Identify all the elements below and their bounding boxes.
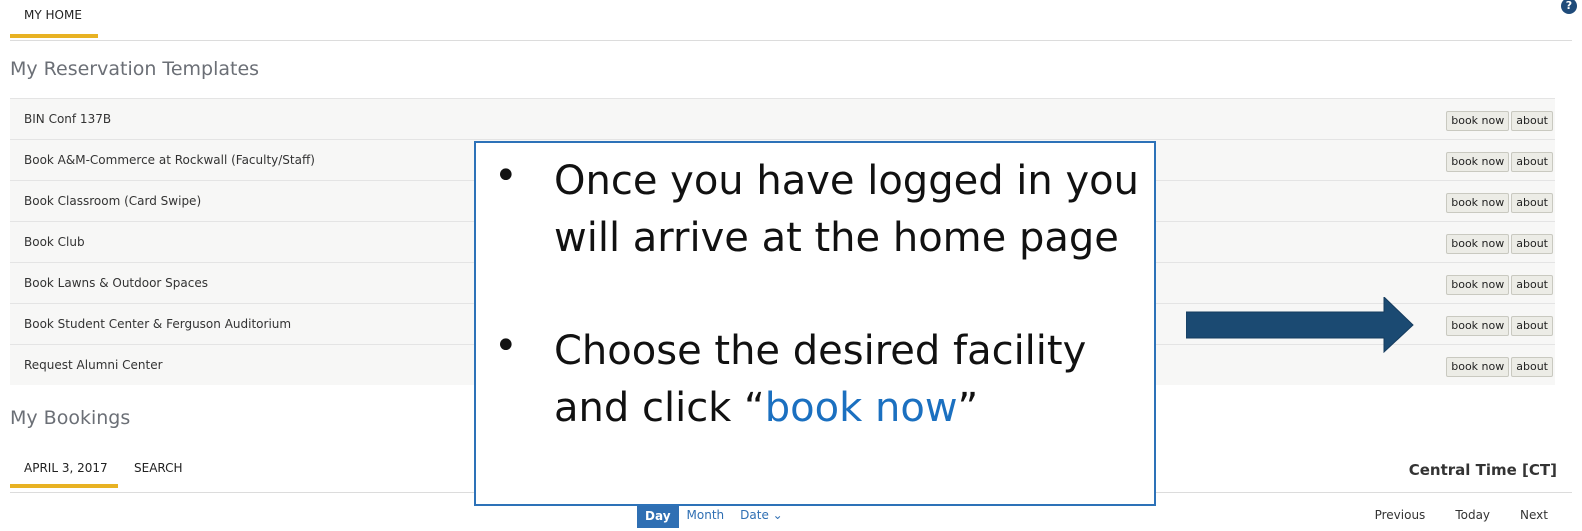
previous-link[interactable]: Previous: [1375, 508, 1426, 522]
book-now-button[interactable]: book now: [1446, 357, 1510, 377]
template-row: BIN Conf 137B book now about: [10, 98, 1555, 139]
date-navigation: Previous Today Next: [1375, 508, 1548, 522]
about-button[interactable]: about: [1511, 111, 1553, 131]
today-link[interactable]: Today: [1455, 508, 1490, 522]
book-now-button[interactable]: book now: [1446, 111, 1510, 131]
about-button[interactable]: about: [1511, 275, 1553, 295]
about-button[interactable]: about: [1511, 234, 1553, 254]
about-button[interactable]: about: [1511, 316, 1553, 336]
bullet-point: •: [494, 323, 518, 369]
template-name: Book Student Center & Ferguson Auditoriu…: [24, 317, 292, 331]
tab-date[interactable]: APRIL 3, 2017: [10, 455, 118, 488]
top-tabs: MY HOME ?: [10, 0, 1577, 41]
timezone-label: Central Time [CT]: [1408, 461, 1557, 479]
template-name: Book Club: [24, 235, 85, 249]
tab-search[interactable]: SEARCH: [134, 455, 183, 481]
question-circle-icon[interactable]: ?: [1561, 0, 1577, 14]
book-now-button[interactable]: book now: [1446, 152, 1510, 172]
instruction-text-1: Once you have logged in you will arrive …: [554, 158, 1139, 261]
about-button[interactable]: about: [1511, 152, 1553, 172]
right-arrow-icon: [1186, 297, 1414, 353]
about-button[interactable]: about: [1511, 357, 1553, 377]
instruction-callout: • Once you have logged in you will arriv…: [474, 141, 1156, 506]
instruction-text-2: Choose the desired facility and click “b…: [554, 323, 1144, 437]
bullet-point: •: [494, 153, 518, 199]
book-now-button[interactable]: book now: [1446, 234, 1510, 254]
book-now-button[interactable]: book now: [1446, 275, 1510, 295]
next-link[interactable]: Next: [1520, 508, 1548, 522]
book-now-button[interactable]: book now: [1446, 193, 1510, 213]
book-now-highlight: book now: [764, 385, 958, 431]
template-name: Book Lawns & Outdoor Spaces: [24, 276, 209, 290]
book-now-button[interactable]: book now: [1446, 316, 1510, 336]
instruction-suffix: ”: [957, 385, 979, 431]
reservation-templates-title: My Reservation Templates: [10, 58, 260, 80]
tab-my-home[interactable]: MY HOME: [10, 0, 98, 38]
my-bookings-title: My Bookings: [10, 407, 131, 429]
about-button[interactable]: about: [1511, 193, 1553, 213]
template-name: Book Classroom (Card Swipe): [24, 194, 202, 208]
template-name: BIN Conf 137B: [24, 112, 112, 126]
template-name: Book A&M-Commerce at Rockwall (Faculty/S…: [24, 153, 315, 167]
template-name: Request Alumni Center: [24, 358, 163, 372]
